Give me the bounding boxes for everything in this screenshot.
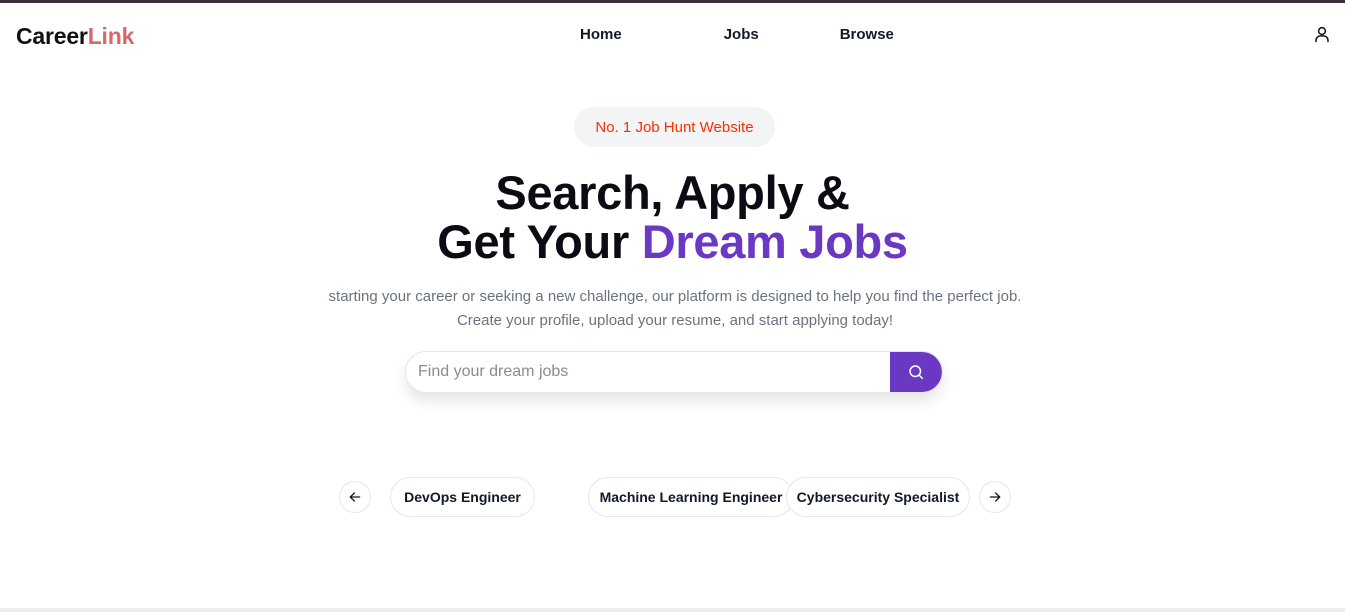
hero-headline: Search, Apply & Get Your Dream Jobs: [0, 168, 1345, 266]
arrow-left-icon: [349, 492, 361, 502]
logo[interactable]: CareerLink: [16, 23, 134, 50]
bottom-divider: [0, 608, 1345, 612]
nav-jobs-link[interactable]: Jobs: [724, 26, 759, 43]
user-icon: [1315, 26, 1329, 43]
hero-subtitle: starting your career or seeking a new ch…: [0, 285, 1345, 333]
hero-badge: No. 1 Job Hunt Website: [574, 107, 775, 147]
search-icon: [909, 365, 924, 380]
subtitle-line-1: starting your career or seeking a new ch…: [328, 288, 1022, 305]
nav-home-link[interactable]: Home: [580, 26, 622, 43]
headline-line-2-prefix: Get Your: [437, 215, 642, 268]
navbar: CareerLink Home Jobs Browse: [0, 3, 1345, 67]
category-chip-machine-learning[interactable]: Machine Learning Engineer: [588, 477, 794, 517]
carousel-prev-button[interactable]: [339, 481, 371, 513]
category-chip-cybersecurity[interactable]: Cybersecurity Specialist: [786, 477, 970, 517]
category-chip-devops[interactable]: DevOps Engineer: [390, 477, 535, 517]
logo-part-2: Link: [87, 23, 135, 49]
nav-browse-link[interactable]: Browse: [840, 26, 894, 43]
headline-line-1: Search, Apply &: [495, 166, 850, 219]
subtitle-line-2: Create your profile, upload your resume,…: [456, 312, 894, 329]
arrow-right-icon: [989, 492, 1001, 502]
headline-accent: Dream Jobs: [641, 215, 908, 268]
logo-part-1: Career: [16, 23, 88, 49]
user-profile-button[interactable]: [1311, 23, 1333, 45]
carousel-next-button[interactable]: [979, 481, 1011, 513]
search-bar: [405, 351, 943, 393]
search-button[interactable]: [890, 352, 942, 392]
nav-links: Home Jobs Browse: [580, 26, 894, 43]
search-input[interactable]: [406, 352, 890, 392]
